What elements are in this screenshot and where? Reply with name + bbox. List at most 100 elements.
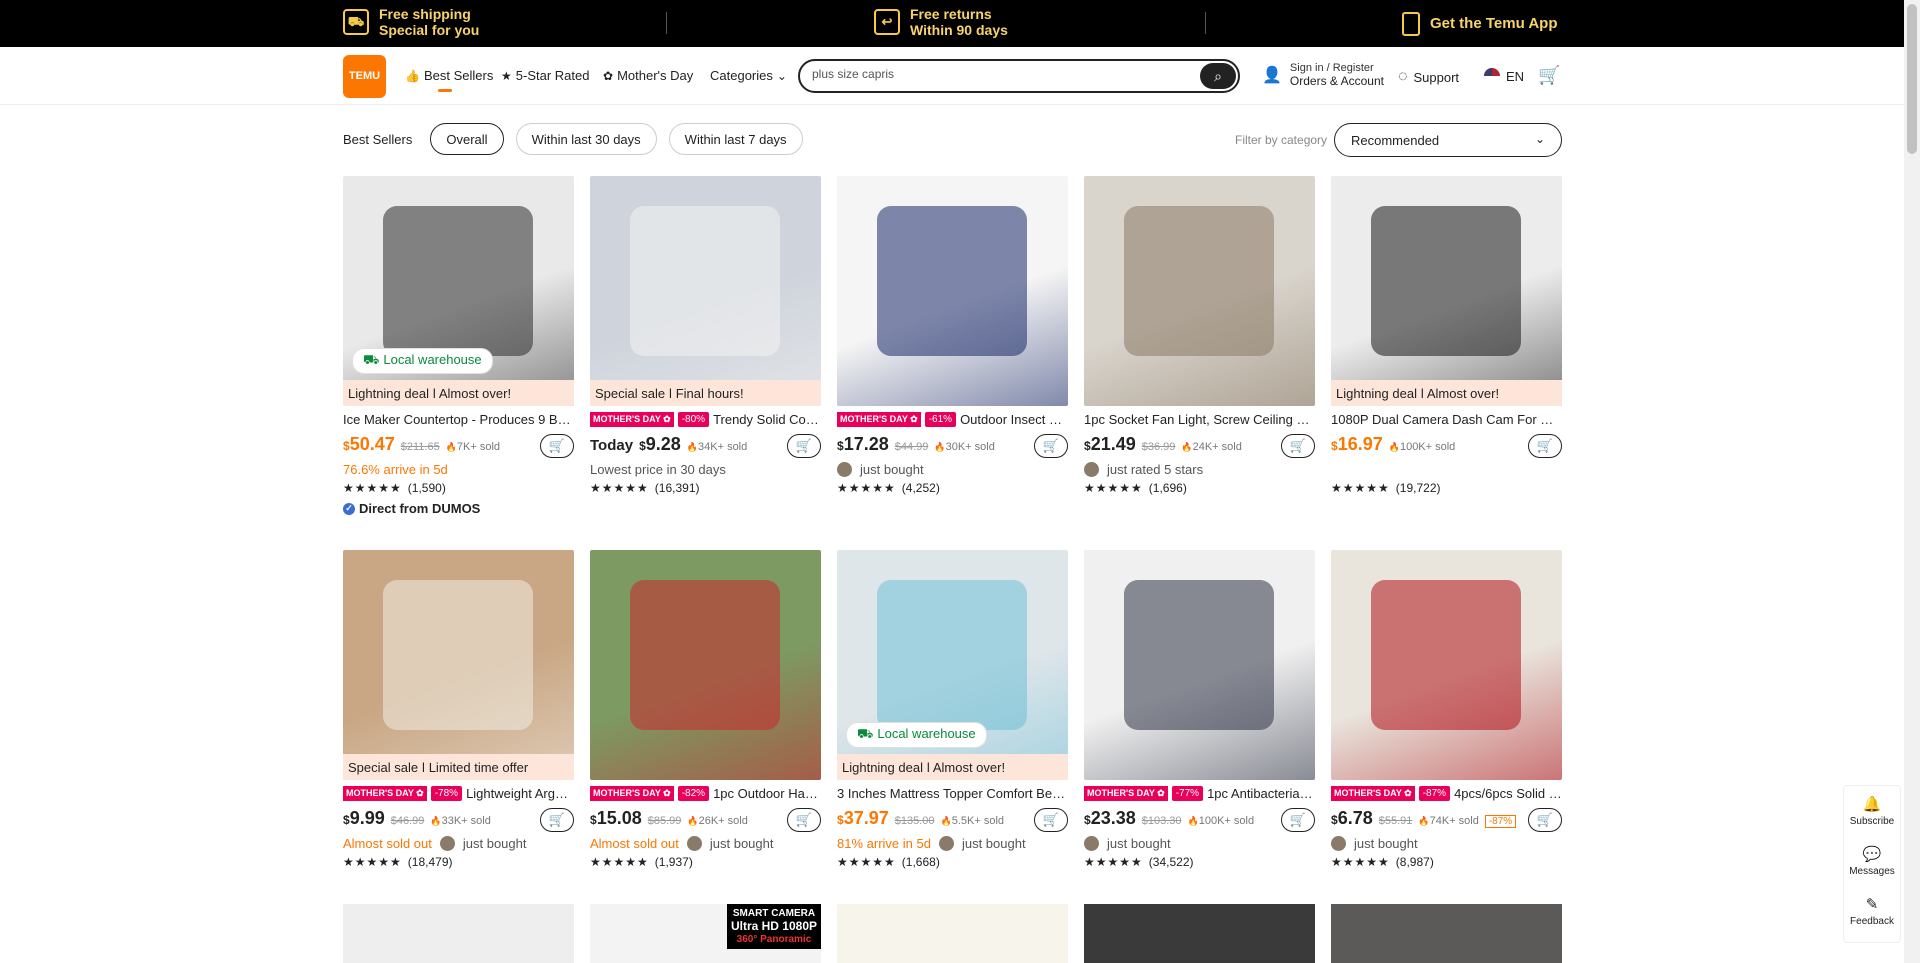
add-to-cart-button[interactable]: 🛒 xyxy=(540,808,574,832)
subscribe-button[interactable]: 🔔 Subscribe xyxy=(1844,786,1900,836)
add-to-cart-button[interactable]: 🛒 xyxy=(1034,808,1068,832)
free-shipping-promo[interactable]: ⛟ Free shipping Special for you xyxy=(343,6,479,38)
product-card[interactable]: ⛟ Local warehouse Lightning deal ǀ Almost … xyxy=(837,550,1068,869)
cart-plus-icon: 🛒 xyxy=(548,812,566,827)
get-app-link[interactable]: Get the Temu App xyxy=(1402,12,1558,36)
product-image[interactable] xyxy=(1084,904,1315,963)
product-image[interactable]: Special sale ǀ Limited time offer xyxy=(343,550,574,780)
product-image[interactable] xyxy=(1331,904,1562,963)
add-to-cart-button[interactable]: 🛒 xyxy=(787,808,821,832)
brand-label[interactable]: ✓ Direct from DUMOS xyxy=(343,501,574,516)
product-title[interactable]: MOTHER'S DAY ✿-82%1pc Outdoor Hammock ..… xyxy=(590,784,821,802)
cart-icon[interactable]: 🛒 xyxy=(1538,65,1560,86)
product-shape xyxy=(1124,206,1274,356)
product-image[interactable] xyxy=(590,550,821,780)
price: $6.78 xyxy=(1331,808,1373,828)
add-to-cart-button[interactable]: 🛒 xyxy=(1528,808,1562,832)
nav-best-sellers[interactable]: 👍 Best Sellers xyxy=(405,68,493,83)
tab-last-30-days[interactable]: Within last 30 days xyxy=(515,123,657,155)
temu-logo[interactable]: TEMU xyxy=(343,55,386,98)
product-image[interactable]: ⛟ Local warehouse Lightning deal ǀ Almost … xyxy=(837,550,1068,780)
search-button[interactable]: ⌕ xyxy=(1200,63,1236,89)
product-card[interactable]: 1pc Socket Fan Light, Screw Ceiling Fan.… xyxy=(1084,176,1315,495)
product-shape xyxy=(630,580,780,730)
product-card[interactable]: ⛟ Local warehouse Lightning deal ǀ Almost … xyxy=(343,176,574,516)
support-link[interactable]: ◌ Support xyxy=(1398,68,1459,86)
product-card[interactable]: MOTHER'S DAY ✿-87%4pcs/6pcs Solid Color … xyxy=(1331,550,1562,869)
cart-plus-icon: 🛒 xyxy=(1289,812,1307,827)
price-row: $9.99 $46.99 33K+ sold 🛒 xyxy=(343,808,574,832)
product-title[interactable]: MOTHER'S DAY ✿-78%Lightweight Argyle Pat… xyxy=(343,784,574,802)
product-title[interactable]: 3 Inches Mattress Topper Comfort Bed ... xyxy=(837,784,1068,802)
add-to-cart-button[interactable]: 🛒 xyxy=(1281,434,1315,458)
free-returns-promo[interactable]: ↩ Free returns Within 90 days xyxy=(874,6,1008,38)
product-title[interactable]: MOTHER'S DAY ✿-80%Trendy Solid Color Str… xyxy=(590,410,821,428)
search-input[interactable] xyxy=(812,67,1192,81)
add-to-cart-button[interactable]: 🛒 xyxy=(1281,808,1315,832)
product-image[interactable] xyxy=(1331,550,1562,780)
product-subline: 76.6% arrive in 5d xyxy=(343,461,448,477)
tab-overall[interactable]: Overall xyxy=(430,123,504,155)
rating: ★★★★★ (16,391) xyxy=(590,481,700,495)
product-image[interactable] xyxy=(1084,176,1315,406)
tab-last-7-days[interactable]: Within last 7 days xyxy=(668,123,803,155)
product-title[interactable]: 1080P Dual Camera Dash Cam For Cars ... xyxy=(1331,410,1562,428)
cart-plus-icon: 🛒 xyxy=(795,812,813,827)
product-image[interactable] xyxy=(1084,550,1315,780)
product-image[interactable]: Special sale ǀ Final hours! xyxy=(590,176,821,406)
sold-count: 34K+ sold xyxy=(687,441,747,453)
mothers-day-badge: MOTHER'S DAY ✿ xyxy=(1331,785,1415,801)
scrollbar-thumb[interactable] xyxy=(1907,4,1917,154)
language-selector[interactable]: EN xyxy=(1484,68,1524,84)
product-card[interactable]: MOTHER'S DAY ✿-77%1pc Antibacterial Knit… xyxy=(1084,550,1315,869)
nav-mothers-day[interactable]: ✿ Mother's Day xyxy=(603,68,693,83)
search-icon: ⌕ xyxy=(1214,67,1222,84)
product-card[interactable]: Lightning deal ǀ Almost over! 1080P Dual … xyxy=(1331,176,1562,495)
product-card[interactable]: MOTHER'S DAY ✿-61%Outdoor Insect Killer … xyxy=(837,176,1068,495)
product-image[interactable] xyxy=(343,904,574,963)
product-image[interactable] xyxy=(837,176,1068,406)
account-menu[interactable]: 👤 Sign in / Register Orders & Account xyxy=(1262,62,1384,88)
product-title[interactable]: MOTHER'S DAY ✿-61%Outdoor Insect Killer … xyxy=(837,410,1068,428)
active-nav-indicator xyxy=(438,89,452,92)
add-to-cart-button[interactable]: 🛒 xyxy=(787,434,821,458)
add-to-cart-button[interactable]: 🛒 xyxy=(1034,434,1068,458)
messages-button[interactable]: 💬 Messages xyxy=(1844,836,1900,886)
price: $23.38 xyxy=(1084,808,1136,828)
chevron-down-icon: ⌄ xyxy=(776,68,787,83)
rating: ★★★★★ (4,252) xyxy=(837,481,940,495)
price-row: $23.38 $103.30 100K+ sold 🛒 xyxy=(1084,808,1315,832)
product-image[interactable]: ⛟ Local warehouse Lightning deal ǀ Almost … xyxy=(343,176,574,406)
product-image[interactable]: SMART CAMERA Ultra HD 1080P 360° Panoram… xyxy=(590,904,821,963)
us-flag-icon xyxy=(1484,68,1500,84)
nav-categories[interactable]: Categories ⌄ xyxy=(710,68,787,83)
filter-bar: Best Sellers Overall Within last 30 days… xyxy=(343,123,803,155)
cart-plus-icon: 🛒 xyxy=(795,438,813,453)
product-subline: 81% arrive in 5d just bought xyxy=(837,835,1026,851)
deal-banner: Special sale ǀ Final hours! xyxy=(590,380,821,406)
product-card[interactable]: MOTHER'S DAY ✿-82%1pc Outdoor Hammock ..… xyxy=(590,550,821,869)
feedback-button[interactable]: ✎ Feedback xyxy=(1844,886,1900,936)
product-image[interactable] xyxy=(837,904,1068,963)
add-to-cart-button[interactable]: 🛒 xyxy=(540,434,574,458)
mothers-day-badge: MOTHER'S DAY ✿ xyxy=(590,785,674,801)
star-rating-icon: ★★★★★ xyxy=(837,855,896,869)
scrollbar[interactable] xyxy=(1904,0,1920,963)
original-price: $55.91 xyxy=(1378,815,1413,827)
product-card[interactable]: Special sale ǀ Final hours! MOTHER'S DAY … xyxy=(590,176,821,495)
price: $16.97 xyxy=(1331,434,1383,454)
product-image[interactable]: Lightning deal ǀ Almost over! xyxy=(1331,176,1562,406)
product-title[interactable]: 1pc Socket Fan Light, Screw Ceiling Fan.… xyxy=(1084,410,1315,428)
product-card[interactable]: Special sale ǀ Limited time offer MOTHER'… xyxy=(343,550,574,869)
mothers-day-badge: MOTHER'S DAY ✿ xyxy=(1084,785,1168,801)
product-title[interactable]: Ice Maker Countertop - Produces 9 Bull..… xyxy=(343,410,574,428)
original-price: $46.99 xyxy=(390,815,425,827)
sort-select[interactable]: Recommended ⌄ xyxy=(1334,123,1562,157)
product-title[interactable]: MOTHER'S DAY ✿-87%4pcs/6pcs Solid Color … xyxy=(1331,784,1562,802)
nav-five-star[interactable]: ★ 5-Star Rated xyxy=(501,68,589,83)
product-subline xyxy=(1331,460,1562,478)
sold-count: 100K+ sold xyxy=(1188,815,1254,827)
add-to-cart-button[interactable]: 🛒 xyxy=(1528,434,1562,458)
product-shape xyxy=(1371,580,1521,730)
product-title[interactable]: MOTHER'S DAY ✿-77%1pc Antibacterial Knit… xyxy=(1084,784,1315,802)
